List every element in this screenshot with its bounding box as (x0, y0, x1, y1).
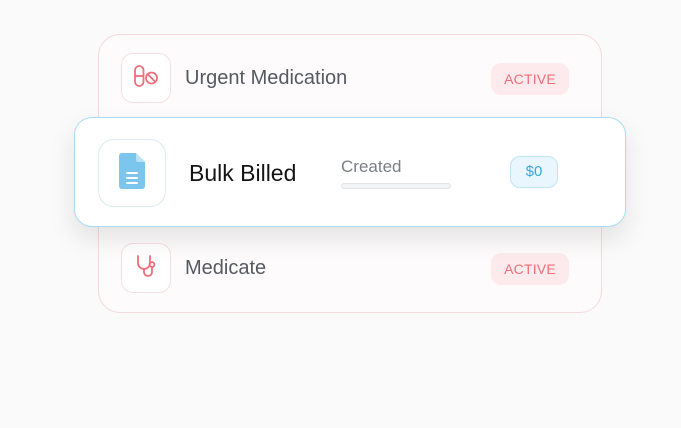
price-badge: $0 (510, 156, 558, 188)
status-label: Created (341, 157, 402, 176)
item-label: Urgent Medication (185, 67, 348, 89)
featured-title: Bulk Billed (189, 160, 297, 186)
stethoscope-icon (133, 253, 159, 284)
list-item-urgent-medication[interactable]: Urgent Medication ACTIVE (121, 53, 569, 105)
icon-container (121, 243, 171, 293)
document-icon (117, 152, 147, 195)
item-label: Medicate (185, 257, 267, 279)
stage: Urgent Medication ACTIVE Medicate ACTIVE (0, 0, 681, 428)
featured-card[interactable]: Bulk Billed Created $0 (74, 117, 626, 227)
icon-container (98, 139, 166, 207)
status-badge: ACTIVE (491, 63, 569, 95)
progress-bar (341, 183, 451, 189)
icon-container (121, 53, 171, 103)
list-item-medicate[interactable]: Medicate ACTIVE (121, 243, 569, 295)
status-badge: ACTIVE (491, 253, 569, 285)
pill-prohibited-icon (132, 64, 160, 93)
